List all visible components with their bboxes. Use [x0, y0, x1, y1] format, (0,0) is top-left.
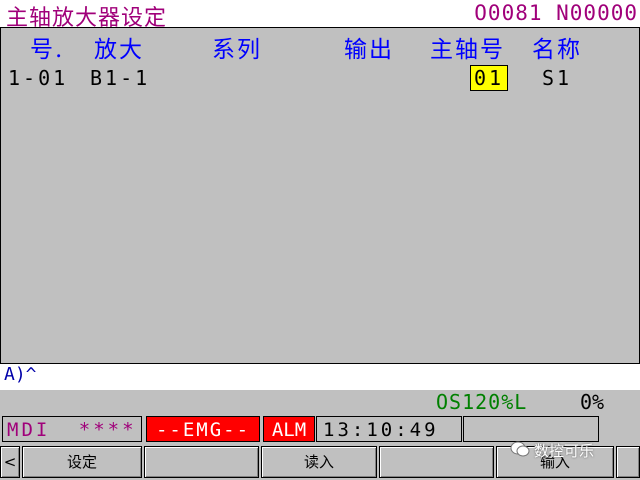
- input-buffer-text: A)^: [4, 364, 37, 385]
- softkey-4[interactable]: [379, 446, 494, 478]
- col-header-no: 号.: [30, 37, 65, 63]
- softkey-setting[interactable]: 设定: [22, 446, 142, 478]
- wechat-icon: [510, 441, 530, 461]
- mode-indicator: MDI ****: [2, 416, 142, 442]
- spindle-load: 0%: [580, 390, 605, 414]
- col-header-spindle: 主轴号: [430, 37, 505, 63]
- col-header-output: 输出: [344, 37, 394, 63]
- col-header-name: 名称: [532, 37, 582, 63]
- softkey-left-arrow[interactable]: <: [0, 446, 20, 478]
- col-header-amp: 放大: [94, 37, 144, 63]
- clock: 13:10:49: [316, 416, 462, 442]
- mode-stars: ****: [78, 419, 137, 441]
- override-status: OS120%L: [436, 390, 528, 414]
- row-1-amp: B1-1: [90, 66, 151, 90]
- watermark: 数控可乐: [510, 440, 594, 461]
- row-1-no: 1-01: [8, 66, 69, 90]
- mode-text: MDI: [7, 419, 51, 441]
- program-number: O0081 N00000: [474, 1, 638, 25]
- spindle-number-value[interactable]: 01: [470, 65, 509, 91]
- input-buffer-line[interactable]: [0, 364, 640, 390]
- alarm-status: ALM: [263, 416, 315, 442]
- softkey-read[interactable]: 读入: [261, 446, 377, 478]
- row-1-name: S1: [542, 66, 573, 90]
- status-blank: [463, 416, 599, 442]
- softkey-right-arrow[interactable]: [616, 446, 640, 478]
- softkey-2[interactable]: [144, 446, 259, 478]
- emg-status: --EMG--: [146, 416, 260, 442]
- watermark-text: 数控可乐: [534, 442, 595, 460]
- row-1-spindle-cursor[interactable]: 01: [470, 65, 509, 91]
- col-header-series: 系列: [212, 37, 262, 63]
